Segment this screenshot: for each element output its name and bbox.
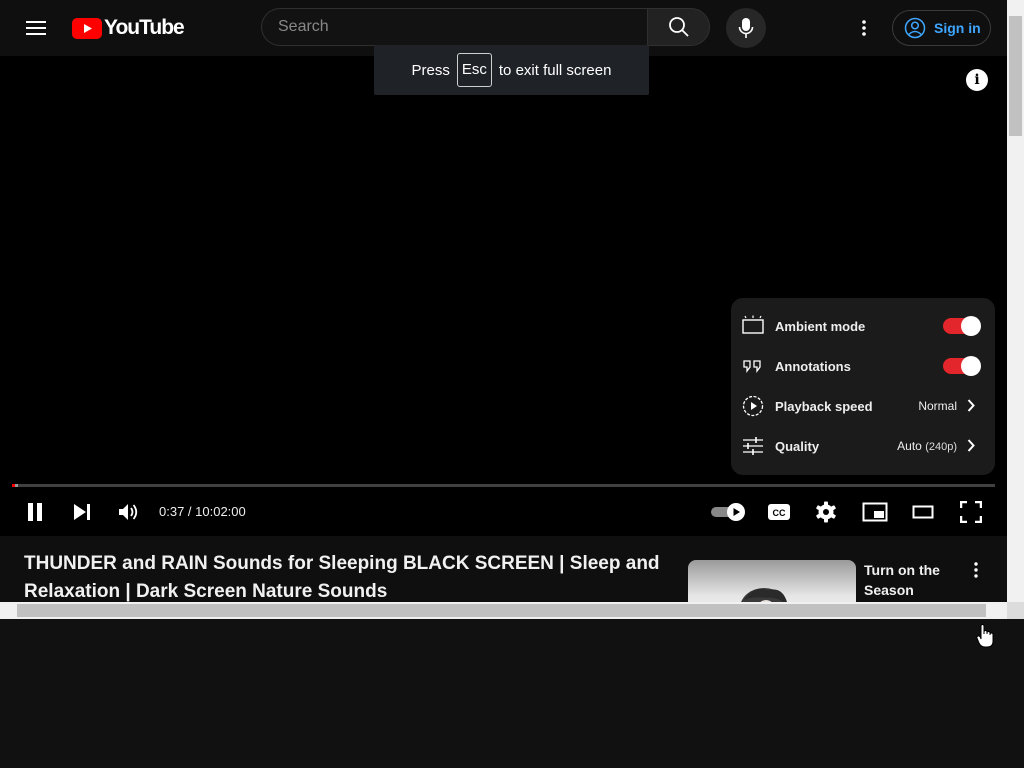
progress-played — [12, 484, 15, 487]
search-button[interactable] — [647, 8, 710, 46]
playback-speed-icon — [742, 395, 764, 417]
vertical-dots-icon — [974, 562, 978, 578]
ad-title[interactable]: Turn on the Season — [864, 560, 954, 600]
microphone-icon — [738, 18, 754, 38]
menu-item-playback-speed[interactable]: Playback speed Normal — [731, 386, 995, 426]
pause-icon — [28, 503, 42, 521]
toast-rest-text: to exit full screen — [498, 61, 612, 79]
quality-value-detail: (240p) — [925, 441, 957, 453]
miniplayer-button[interactable] — [860, 496, 890, 528]
horizontal-scrollbar-thumb[interactable] — [17, 604, 986, 617]
person-portrait-icon — [741, 588, 787, 602]
autoplay-icon — [711, 503, 745, 521]
ad-more-button[interactable] — [966, 562, 986, 582]
next-button[interactable] — [67, 496, 97, 528]
ambient-mode-label: Ambient mode — [775, 318, 866, 334]
settings-more-button[interactable] — [848, 12, 880, 44]
svg-text:CC: CC — [773, 508, 786, 518]
hand-pointer-cursor-icon — [976, 624, 994, 648]
skip-next-icon — [74, 504, 90, 520]
closed-captions-icon: CC — [768, 504, 790, 520]
theater-mode-icon — [912, 505, 934, 519]
sign-in-label: Sign in — [934, 20, 981, 36]
pause-button[interactable] — [20, 496, 50, 528]
annotations-label: Annotations — [775, 358, 851, 374]
menu-item-ambient-mode[interactable]: Ambient mode — [731, 306, 995, 346]
ad-title-line-2: Season — [864, 582, 914, 598]
mute-button[interactable] — [114, 496, 144, 528]
quality-value-main: Auto — [897, 439, 922, 453]
annotations-icon — [743, 360, 761, 373]
browser-viewport: YouTube Search Sign in Press Esc to exit… — [0, 0, 1024, 619]
video-title-line-1: THUNDER and RAIN Sounds for Sleeping BLA… — [24, 553, 660, 574]
progress-bar[interactable] — [12, 484, 995, 487]
subtitles-button[interactable]: CC — [764, 496, 794, 528]
sign-in-button[interactable]: Sign in — [892, 10, 991, 46]
player-settings-menu: Ambient mode Annotations Playback speed … — [731, 298, 995, 475]
voice-search-button[interactable] — [726, 8, 766, 48]
gear-icon — [816, 501, 836, 523]
below-player-section: THUNDER and RAIN Sounds for Sleeping BLA… — [0, 536, 1007, 602]
menu-item-annotations[interactable]: Annotations — [731, 346, 995, 386]
autoplay-toggle[interactable] — [708, 496, 748, 528]
miniplayer-icon — [862, 502, 888, 522]
vertical-scrollbar[interactable] — [1007, 0, 1024, 602]
chevron-right-icon — [967, 399, 975, 412]
scrollbar-corner — [1007, 602, 1024, 619]
vertical-dots-icon — [862, 20, 866, 36]
quality-label: Quality — [775, 438, 820, 454]
search-icon — [668, 17, 689, 37]
annotations-toggle[interactable] — [943, 356, 981, 376]
menu-item-quality[interactable]: Quality Auto (240p) — [731, 426, 995, 466]
playback-speed-label: Playback speed — [775, 398, 873, 414]
youtube-play-logo-icon — [72, 17, 102, 39]
account-circle-icon — [904, 17, 926, 39]
video-title: THUNDER and RAIN Sounds for Sleeping BLA… — [24, 550, 664, 602]
ambient-mode-toggle[interactable] — [943, 316, 981, 336]
fullscreen-exit-toast: Press Esc to exit full screen — [374, 45, 649, 95]
time-display: 0:37 / 10:02:00 — [159, 504, 246, 519]
video-player[interactable]: Press Esc to exit full screen i Ambient … — [0, 45, 1007, 536]
logo-text: YouTube — [104, 16, 185, 39]
hamburger-menu-icon — [26, 21, 46, 35]
esc-key-badge: Esc — [456, 53, 492, 87]
search-input[interactable] — [262, 9, 634, 45]
info-icon[interactable]: i — [966, 69, 988, 91]
horizontal-scrollbar[interactable] — [0, 602, 1007, 619]
guide-menu-button[interactable] — [18, 10, 54, 46]
ambient-mode-icon — [742, 315, 764, 334]
youtube-logo[interactable]: YouTube — [72, 16, 185, 40]
video-title-line-2: Relaxation | Dark Screen Nature Sounds — [24, 581, 388, 602]
quality-value: Auto (240p) — [897, 439, 957, 453]
search-box — [261, 8, 647, 46]
exit-fullscreen-icon — [960, 501, 982, 523]
ad-thumbnail[interactable] — [688, 560, 856, 602]
playback-speed-value: Normal — [918, 399, 957, 413]
theater-mode-button[interactable] — [908, 496, 938, 528]
vertical-scrollbar-thumb[interactable] — [1009, 16, 1022, 136]
ad-title-line-1: Turn on the — [864, 562, 940, 578]
settings-button[interactable] — [811, 496, 841, 528]
quality-sliders-icon — [743, 437, 763, 455]
chevron-right-icon — [967, 439, 975, 452]
toast-press-text: Press — [411, 61, 450, 79]
fullscreen-button[interactable] — [956, 496, 986, 528]
volume-icon — [119, 504, 138, 520]
